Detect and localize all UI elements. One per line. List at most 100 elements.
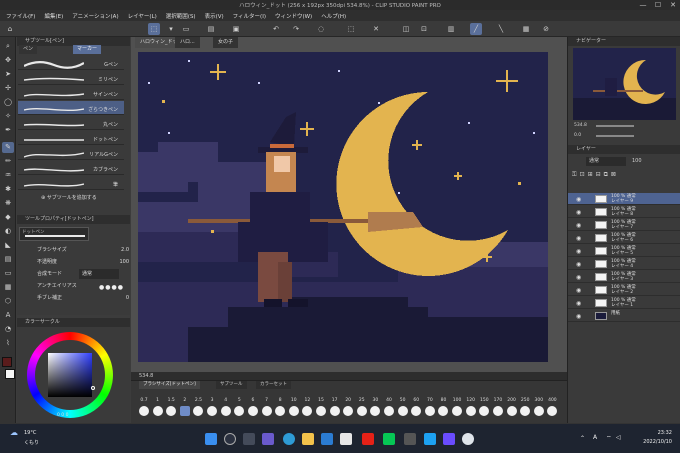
ruler-icon[interactable]: ▦	[520, 23, 532, 35]
tray-chevron-icon[interactable]: ⌃	[580, 435, 585, 442]
opacity-row[interactable]: 不透明度 100	[37, 257, 141, 267]
brush-size-row[interactable]: ブラシサイズ 2.0	[37, 245, 141, 255]
layer-row[interactable]: ◉ 100 % 通常 レイヤー 3	[568, 271, 680, 283]
brush-size-dot[interactable]	[315, 406, 326, 416]
doc-tab-3[interactable]: 女の子	[213, 37, 239, 48]
crop-icon[interactable]: ⊡	[418, 23, 430, 35]
select-layer-icon[interactable]: ⬚	[148, 23, 160, 35]
explorer-icon[interactable]	[302, 433, 314, 445]
brush-item[interactable]: Gペン	[18, 56, 124, 70]
visibility-eye-icon[interactable]: ◉	[576, 300, 581, 307]
brush-size-dot[interactable]	[207, 406, 218, 416]
brush-item[interactable]: サインペン	[18, 86, 124, 100]
brush-size-dot[interactable]	[384, 406, 395, 416]
menu-selection[interactable]: 選択範囲(S)	[166, 12, 196, 20]
layer-row[interactable]: ◉ 100 % 通常 レイヤー 1	[568, 297, 680, 309]
line-icon[interactable]: ╲	[495, 23, 507, 35]
clip-studio-icon[interactable]	[462, 433, 474, 445]
brush-item[interactable]: ドットペン	[18, 131, 124, 145]
layer-row[interactable]: ◉ 100 % 通常 レイヤー 4	[568, 258, 680, 270]
blend-mode-select[interactable]: 通常	[79, 269, 119, 279]
frame-tool-icon[interactable]: ▦	[2, 282, 14, 293]
open-folder-icon[interactable]: ▤	[205, 23, 217, 35]
weather-icon[interactable]: ☁	[10, 428, 18, 437]
tab-color-set[interactable]: カラーセット	[256, 381, 291, 389]
brush-item[interactable]: リアルGペン	[18, 146, 124, 160]
brush-size-dot[interactable]	[139, 406, 149, 416]
lasso-tool-icon[interactable]: ◯	[2, 97, 14, 108]
ime-indicator[interactable]: A	[593, 434, 597, 441]
menu-filter[interactable]: フィルター(I)	[233, 12, 266, 20]
brush-item[interactable]: 筆	[18, 176, 124, 190]
brush-size-dot[interactable]	[247, 406, 258, 416]
figure-tool-icon[interactable]: ▭	[2, 268, 14, 279]
visibility-eye-icon[interactable]: ◉	[576, 196, 581, 203]
visibility-eye-icon[interactable]: ◉	[576, 313, 581, 320]
brush-size-dot[interactable]	[261, 406, 272, 416]
brush-tool-icon[interactable]: ♒	[2, 170, 14, 181]
visibility-eye-icon[interactable]: ◉	[576, 209, 581, 216]
brush-size-dot[interactable]	[234, 406, 245, 416]
task-view-icon[interactable]	[243, 433, 255, 445]
brush-size-dot[interactable]	[424, 406, 435, 416]
brush-size-dot[interactable]	[343, 406, 354, 416]
blend-mode-row[interactable]: 合成モード 通常	[37, 269, 141, 279]
sub-color-swatch[interactable]	[5, 369, 15, 379]
discord-icon[interactable]	[443, 433, 455, 445]
add-sub-tool-button[interactable]: ⊕ サブツールを追加する	[41, 194, 97, 201]
move-layer-icon[interactable]: ✢	[2, 83, 14, 94]
search-icon[interactable]	[224, 433, 236, 445]
color-picker-cursor[interactable]	[91, 386, 95, 390]
correct-line-tool-icon[interactable]: ⌇	[2, 338, 14, 349]
minimize-button[interactable]: —	[636, 0, 650, 10]
youtube-icon[interactable]	[362, 433, 374, 445]
brush-size-dot[interactable]	[356, 406, 367, 416]
brush-size-dot[interactable]	[397, 406, 408, 416]
text-tool-icon[interactable]: A	[2, 310, 14, 321]
eraser-tool-icon[interactable]: ◆	[2, 212, 14, 223]
main-color-swatch[interactable]	[2, 357, 12, 367]
deselect-icon[interactable]: ✕	[370, 23, 382, 35]
decoration-tool-icon[interactable]: ❋	[2, 198, 14, 209]
ruler-tool-icon[interactable]: ⬡	[2, 296, 14, 307]
chat-icon[interactable]	[262, 433, 274, 445]
hue-ring[interactable]	[27, 332, 113, 418]
tab-brush-size[interactable]: ブラシサイズ[ドットペン]	[139, 381, 200, 389]
visibility-eye-icon[interactable]: ◉	[576, 287, 581, 294]
brush-size-dot[interactable]	[506, 406, 517, 416]
menu-help[interactable]: ヘルプ(H)	[321, 12, 346, 20]
brush-size-dot[interactable]	[288, 406, 299, 416]
invert-selection-icon[interactable]: ◫	[400, 23, 412, 35]
maximize-button[interactable]: ☐	[651, 0, 665, 10]
brush-size-dot[interactable]	[193, 406, 204, 416]
magic-wand-icon[interactable]: ✧	[2, 111, 14, 122]
fill-icon[interactable]: ▥	[445, 23, 457, 35]
gradient-tool-icon[interactable]: ▤	[2, 254, 14, 265]
move-tool-icon[interactable]: ✥	[2, 55, 14, 66]
brush-size-dot[interactable]	[220, 406, 231, 416]
calculator-icon[interactable]	[404, 433, 416, 445]
brush-size-dot[interactable]	[492, 406, 503, 416]
undo-icon[interactable]: ↶	[270, 23, 282, 35]
layer-row[interactable]: ◉ 100 % 通常 レイヤー 6	[568, 232, 680, 244]
new-file-icon[interactable]: ▭	[180, 23, 192, 35]
transform-icon[interactable]: ⬚	[345, 23, 357, 35]
zoom-tool-icon[interactable]: ⌕	[2, 41, 14, 52]
network-icon[interactable]: ⌔	[606, 434, 612, 442]
visibility-eye-icon[interactable]: ◉	[576, 222, 581, 229]
blend-tool-icon[interactable]: ◐	[2, 226, 14, 237]
brush-item[interactable]: ざらつきペン	[18, 101, 124, 115]
menu-view[interactable]: 表示(V)	[205, 12, 224, 20]
brush-size-dot[interactable]	[152, 406, 163, 416]
navigator-preview[interactable]	[573, 48, 676, 120]
menu-edit[interactable]: 編集(E)	[44, 12, 63, 20]
menu-window[interactable]: ウィンドウ(W)	[275, 12, 312, 20]
brush-item[interactable]: カブラペン	[18, 161, 124, 175]
brush-size-dot[interactable]	[411, 406, 422, 416]
visibility-eye-icon[interactable]: ◉	[576, 261, 581, 268]
store-icon[interactable]	[340, 433, 352, 445]
pen-tool-icon[interactable]: ✎	[2, 142, 14, 153]
layer-row[interactable]: ◉ 100 % 通常 レイヤー 7	[568, 219, 680, 231]
brush-size-dot[interactable]	[166, 406, 177, 416]
brush-size-dot[interactable]	[329, 406, 340, 416]
